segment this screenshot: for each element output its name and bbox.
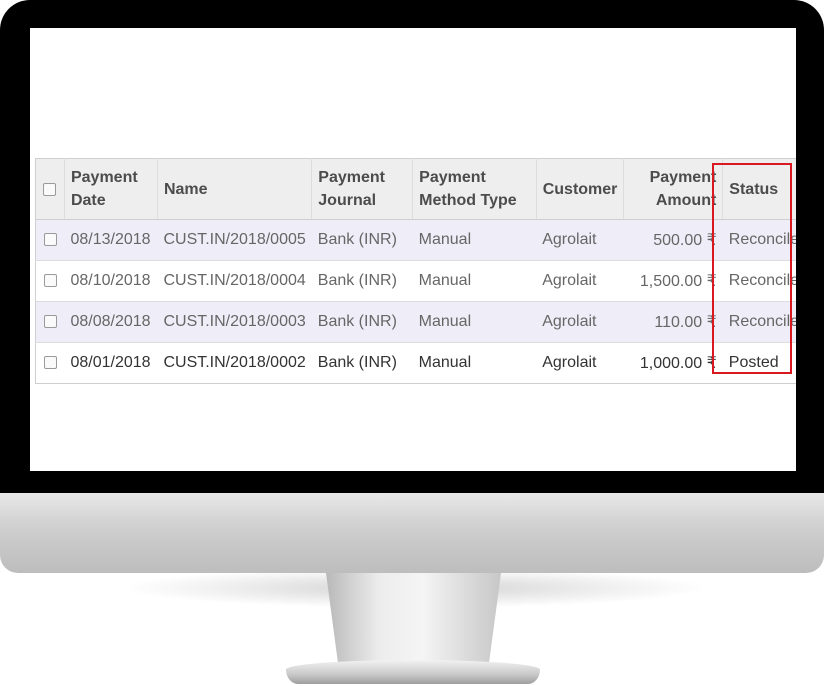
table-row[interactable]: 08/13/2018 CUST.IN/2018/0005 Bank (INR) … — [35, 219, 796, 261]
table-row[interactable]: 08/01/2018 CUST.IN/2018/0002 Bank (INR) … — [35, 342, 796, 384]
cell-payment-amount: 1,000.00 ₹ — [623, 342, 723, 384]
select-all-cell[interactable] — [35, 158, 65, 220]
header-payment-journal[interactable]: Payment Journal — [311, 158, 414, 220]
row-checkbox[interactable] — [43, 356, 57, 370]
cell-payment-amount: 500.00 ₹ — [623, 219, 723, 261]
row-checkbox-cell[interactable] — [35, 301, 65, 343]
cell-payment-amount: 110.00 ₹ — [623, 301, 723, 343]
cell-customer: Agrolait — [536, 260, 624, 302]
cell-payment-method-type: Manual — [412, 260, 537, 302]
header-status[interactable]: Status — [722, 158, 796, 220]
monitor-bezel: Payment Date Name Payment Journal Payment M… — [0, 0, 824, 494]
row-checkbox-cell[interactable] — [35, 260, 65, 302]
monitor-screen: Payment Date Name Payment Journal Payment M… — [30, 28, 796, 471]
cell-payment-method-type: Manual — [412, 342, 537, 384]
header-name[interactable]: Name — [157, 158, 313, 220]
payments-table: Payment Date Name Payment Journal Payment M… — [35, 158, 796, 384]
monitor-chin — [0, 493, 824, 573]
cell-status: Reconciled — [722, 260, 796, 302]
header-customer[interactable]: Customer — [536, 158, 625, 220]
row-checkbox[interactable] — [43, 274, 57, 288]
cell-customer: Agrolait — [536, 301, 624, 343]
row-checkbox-cell[interactable] — [35, 219, 65, 261]
header-payment-date[interactable]: Payment Date — [64, 158, 158, 220]
cell-payment-method-type: Manual — [412, 219, 537, 261]
cell-payment-journal: Bank (INR) — [311, 219, 413, 261]
payments-table-container: Payment Date Name Payment Journal Payment M… — [35, 158, 796, 384]
cell-name: CUST.IN/2018/0003 — [157, 301, 312, 343]
cell-name: CUST.IN/2018/0004 — [157, 260, 312, 302]
cell-customer: Agrolait — [536, 219, 624, 261]
cell-status: Posted — [722, 342, 796, 384]
cell-payment-journal: Bank (INR) — [311, 342, 413, 384]
cell-customer: Agrolait — [536, 342, 624, 384]
cell-payment-date: 08/13/2018 — [64, 219, 158, 261]
row-checkbox[interactable] — [43, 233, 57, 247]
monitor-stand-base — [286, 660, 540, 684]
cell-payment-date: 08/10/2018 — [64, 260, 158, 302]
monitor-stand-neck — [326, 573, 501, 665]
header-payment-method-type[interactable]: Payment Method Type — [412, 158, 537, 220]
table-row[interactable]: 08/10/2018 CUST.IN/2018/0004 Bank (INR) … — [35, 260, 796, 302]
header-payment-amount[interactable]: Payment Amount — [623, 158, 724, 220]
cell-name: CUST.IN/2018/0002 — [157, 342, 312, 384]
row-checkbox-cell[interactable] — [35, 342, 65, 384]
cell-name: CUST.IN/2018/0005 — [157, 219, 312, 261]
cell-payment-amount: 1,500.00 ₹ — [623, 260, 723, 302]
cell-payment-date: 08/08/2018 — [64, 301, 158, 343]
table-header-row: Payment Date Name Payment Journal Payment M… — [35, 158, 796, 220]
row-checkbox[interactable] — [43, 315, 57, 329]
cell-status: Reconciled — [722, 219, 796, 261]
cell-payment-journal: Bank (INR) — [311, 301, 413, 343]
cell-payment-journal: Bank (INR) — [311, 260, 413, 302]
table-row[interactable]: 08/08/2018 CUST.IN/2018/0003 Bank (INR) … — [35, 301, 796, 343]
cell-payment-method-type: Manual — [412, 301, 537, 343]
cell-status: Reconciled — [722, 301, 796, 343]
cell-payment-date: 08/01/2018 — [64, 342, 158, 384]
select-all-checkbox[interactable] — [43, 182, 57, 196]
